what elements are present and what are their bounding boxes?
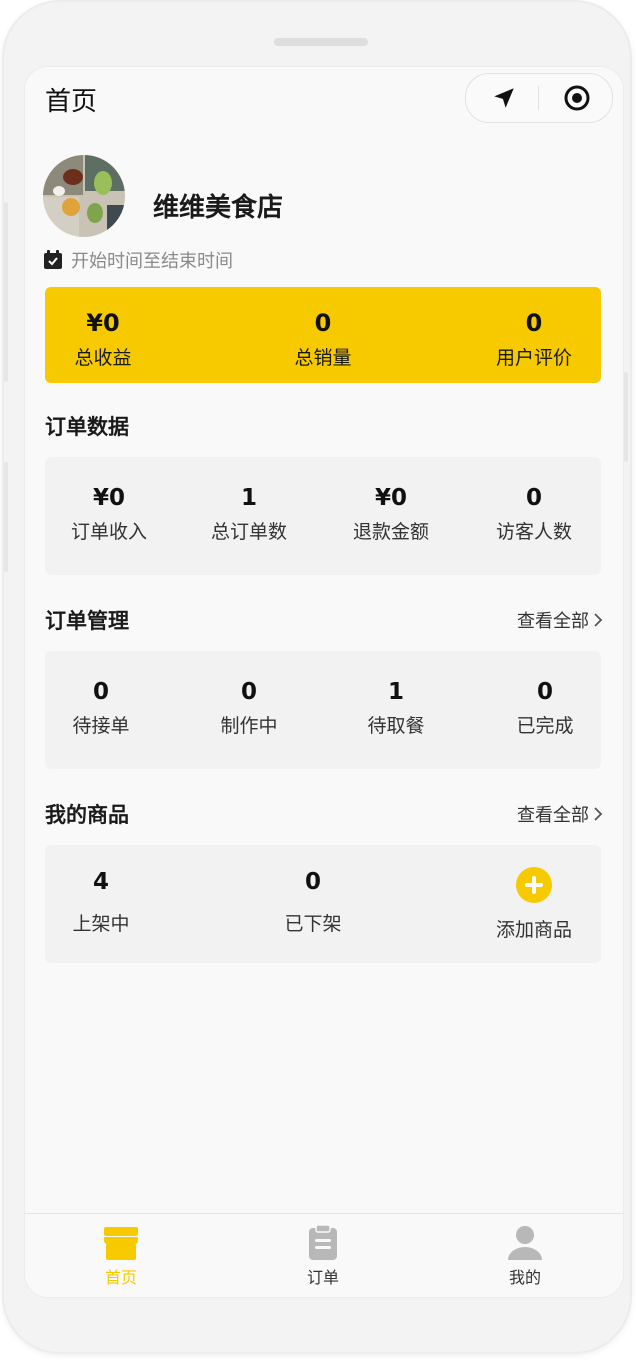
tab-label: 我的 bbox=[508, 1268, 541, 1287]
chevron-right-icon bbox=[594, 613, 603, 627]
products-title: 我的商品 bbox=[45, 803, 129, 827]
products-see-all-link[interactable]: 查看全部 bbox=[517, 801, 603, 827]
tab-profile[interactable]: 我的 bbox=[485, 1224, 565, 1288]
add-product-button[interactable]: 添加商品 bbox=[481, 867, 587, 942]
summary-value: 0 bbox=[525, 309, 543, 337]
stat-value: 0 bbox=[536, 679, 553, 705]
location-arrow-icon[interactable] bbox=[488, 82, 520, 114]
side-button bbox=[4, 462, 8, 572]
stat-value: ¥0 bbox=[92, 485, 125, 511]
summary-label: 总收益 bbox=[74, 347, 132, 369]
stat-label: 已下架 bbox=[284, 913, 342, 935]
plus-circle-icon bbox=[516, 867, 552, 903]
see-all-label: 查看全部 bbox=[517, 611, 589, 632]
awaiting-pickup[interactable]: 1 待取餐 bbox=[346, 679, 446, 738]
business-hours: 开始时间至结束时间 bbox=[43, 247, 233, 273]
stat-value: 0 bbox=[240, 679, 257, 705]
page-title: 首页 bbox=[45, 87, 98, 117]
stat-label: 待接单 bbox=[72, 715, 130, 737]
total-orders[interactable]: 1 总订单数 bbox=[199, 485, 299, 544]
shop-name: 维维美食店 bbox=[153, 193, 284, 223]
on-shelf[interactable]: 4 上架中 bbox=[51, 869, 151, 936]
stat-value: ¥0 bbox=[374, 485, 407, 511]
side-button bbox=[624, 372, 628, 462]
capsule-divider bbox=[538, 86, 539, 110]
stat-value: 0 bbox=[92, 679, 109, 705]
calendar-icon bbox=[44, 250, 62, 269]
order-mgmt-title: 订单管理 bbox=[45, 609, 129, 633]
order-data-card: ¥0 订单收入 1 总订单数 ¥0 退款金额 0 访客人数 bbox=[45, 457, 601, 575]
see-all-label: 查看全部 bbox=[517, 805, 589, 826]
summary-value: 0 bbox=[314, 309, 332, 337]
summary-label: 用户评价 bbox=[495, 347, 572, 369]
mini-program-capsule bbox=[465, 73, 613, 123]
order-data-title: 订单数据 bbox=[45, 415, 129, 439]
user-icon bbox=[508, 1226, 542, 1260]
off-shelf[interactable]: 0 已下架 bbox=[263, 869, 363, 936]
pending-accept[interactable]: 0 待接单 bbox=[51, 679, 151, 738]
stat-value: 0 bbox=[304, 869, 321, 895]
tab-home[interactable]: 首页 bbox=[81, 1224, 161, 1288]
summary-panel: ¥0 总收益 0 总销量 0 用户评价 bbox=[45, 287, 601, 383]
business-hours-text: 开始时间至结束时间 bbox=[71, 251, 233, 272]
stat-label: 退款金额 bbox=[352, 521, 429, 543]
stat-label: 总订单数 bbox=[210, 521, 287, 543]
order-mgmt-see-all-link[interactable]: 查看全部 bbox=[517, 607, 603, 633]
summary-total-sales[interactable]: 0 总销量 bbox=[273, 309, 373, 370]
tab-orders[interactable]: 订单 bbox=[283, 1224, 363, 1288]
summary-total-income[interactable]: ¥0 总收益 bbox=[53, 309, 153, 370]
in-preparation[interactable]: 0 制作中 bbox=[199, 679, 299, 738]
order-mgmt-card: 0 待接单 0 制作中 1 待取餐 0 已完成 bbox=[45, 651, 601, 769]
app-screen: 首页 维维美食店 开始时间至结束时间 ¥0 总收益 0 总销量 0 用户评价 订… bbox=[24, 66, 624, 1298]
shop-avatar[interactable] bbox=[43, 155, 125, 237]
tab-label: 首页 bbox=[104, 1268, 137, 1287]
tab-label: 订单 bbox=[306, 1268, 339, 1287]
stat-label: 订单收入 bbox=[70, 521, 147, 543]
stat-label: 制作中 bbox=[220, 715, 278, 737]
stat-label: 访客人数 bbox=[495, 521, 572, 543]
clipboard-icon bbox=[309, 1224, 337, 1260]
stat-value: 1 bbox=[240, 485, 257, 511]
phone-frame: 首页 维维美食店 开始时间至结束时间 ¥0 总收益 0 总销量 0 用户评价 订… bbox=[4, 2, 630, 1352]
store-icon bbox=[104, 1227, 138, 1260]
completed[interactable]: 0 已完成 bbox=[495, 679, 595, 738]
target-icon[interactable] bbox=[561, 82, 593, 114]
products-card: 4 上架中 0 已下架 添加商品 bbox=[45, 845, 601, 963]
stat-label: 已完成 bbox=[516, 715, 574, 737]
add-product-label: 添加商品 bbox=[495, 919, 572, 941]
visitor-count[interactable]: 0 访客人数 bbox=[481, 485, 587, 544]
stat-label: 上架中 bbox=[72, 913, 130, 935]
stat-label: 待取餐 bbox=[367, 715, 425, 737]
stat-value: 0 bbox=[525, 485, 542, 511]
chevron-right-icon bbox=[594, 807, 603, 821]
summary-label: 总销量 bbox=[294, 347, 352, 369]
speaker-notch bbox=[274, 38, 368, 46]
summary-reviews[interactable]: 0 用户评价 bbox=[481, 309, 587, 370]
summary-value: ¥0 bbox=[86, 309, 120, 337]
tab-bar: 首页 订单 我的 bbox=[25, 1213, 623, 1297]
stat-value: 4 bbox=[92, 869, 109, 895]
refund-amount[interactable]: ¥0 退款金额 bbox=[341, 485, 441, 544]
side-button bbox=[4, 202, 8, 382]
stat-value: 1 bbox=[387, 679, 404, 705]
order-income[interactable]: ¥0 订单收入 bbox=[59, 485, 159, 544]
